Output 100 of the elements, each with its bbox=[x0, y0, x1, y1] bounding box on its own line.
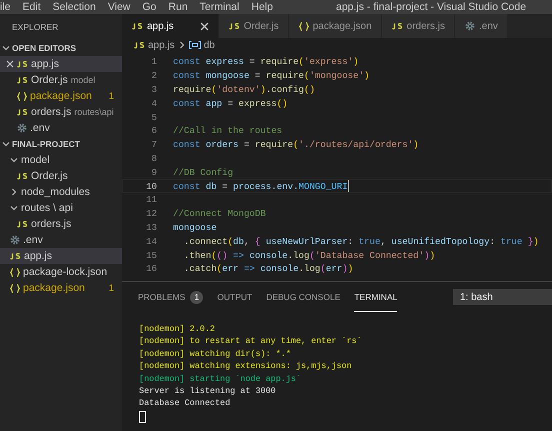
file-item[interactable]: Order.js bbox=[0, 168, 122, 184]
editor-tab[interactable]: .env bbox=[455, 14, 508, 38]
folder-item[interactable]: node_modules bbox=[0, 184, 122, 200]
line-number: 15 bbox=[145, 250, 157, 261]
file-item[interactable]: app.js bbox=[0, 248, 122, 264]
section-header[interactable]: FINAL-PROJECT bbox=[0, 136, 122, 152]
variable-symbol-icon bbox=[188, 41, 201, 49]
file-item[interactable]: orders.js routes\api bbox=[0, 104, 122, 120]
file-item[interactable]: package.json 1 bbox=[0, 280, 122, 296]
file-name: .env bbox=[23, 234, 43, 246]
terminal-line: Server is listening at 3000 bbox=[139, 384, 277, 398]
line-number: 12 bbox=[145, 208, 157, 220]
problem-count: 1 bbox=[108, 282, 114, 294]
chevron-right-icon[interactable] bbox=[10, 188, 18, 196]
javascript-file-icon bbox=[17, 108, 28, 116]
breadcrumb-item[interactable]: db bbox=[204, 40, 215, 50]
code-line: //Connect MongoDB bbox=[173, 208, 266, 220]
file-name: package.json bbox=[23, 282, 85, 294]
terminal-line: [nodemon] watching extensions: js,mjs,json bbox=[139, 360, 353, 373]
file-name: .env bbox=[30, 122, 50, 134]
panel-tab[interactable]: OUTPUT bbox=[217, 282, 252, 312]
file-item[interactable]: app.js bbox=[0, 56, 122, 72]
file-item[interactable]: .env bbox=[0, 232, 122, 248]
file-item[interactable]: Order.js model bbox=[0, 72, 122, 88]
javascript-file-icon bbox=[17, 220, 28, 228]
gear-icon bbox=[465, 21, 475, 31]
file-name: package.json bbox=[30, 90, 92, 102]
code-line: .connect(db, { useNewUrlParser: true, useUnifiedTopology: true }) bbox=[182, 236, 539, 247]
file-name: package-lock.json bbox=[23, 266, 108, 278]
close-icon[interactable] bbox=[200, 22, 209, 30]
menu-item[interactable]: ile bbox=[0, 1, 17, 13]
line-number: 7 bbox=[150, 139, 157, 150]
code-line: const mongoose = require('mongoose') bbox=[173, 70, 370, 82]
panel-tab[interactable]: PROBLEMS 1 bbox=[138, 282, 204, 312]
menu-item[interactable]: Go bbox=[136, 1, 162, 13]
section-header[interactable]: OPEN EDITORS bbox=[0, 40, 122, 56]
file-name: orders.js bbox=[31, 218, 72, 230]
gear-icon bbox=[10, 235, 20, 245]
folder-item[interactable]: routes \ api bbox=[0, 200, 122, 216]
terminal-select[interactable]: 1: bash bbox=[453, 289, 552, 305]
line-number: 2 bbox=[150, 70, 157, 82]
file-path: routes\api bbox=[74, 107, 114, 117]
file-item[interactable]: orders.js bbox=[0, 216, 122, 232]
file-item[interactable]: package.json 1 bbox=[0, 88, 122, 104]
javascript-file-icon bbox=[17, 60, 28, 68]
javascript-file-icon bbox=[392, 22, 403, 30]
editor-tab[interactable]: app.js bbox=[122, 14, 219, 38]
line-number: 8 bbox=[150, 152, 157, 164]
line-number: 10 bbox=[145, 180, 157, 192]
file-name: app.js bbox=[31, 58, 60, 70]
line-number: 3 bbox=[150, 84, 157, 95]
braces-icon bbox=[17, 92, 27, 100]
folder-name: routes \ api bbox=[21, 202, 73, 214]
panel-tab[interactable]: DEBUG CONSOLE bbox=[266, 282, 340, 312]
folder-name: model bbox=[21, 154, 50, 166]
line-number: 11 bbox=[145, 194, 157, 206]
javascript-file-icon bbox=[132, 22, 143, 30]
chevron-right-icon[interactable] bbox=[178, 41, 186, 49]
editor-tab[interactable]: package.json bbox=[288, 14, 382, 38]
code-line: .catch(err => console.log(err)) bbox=[182, 263, 354, 274]
menu-item[interactable]: Help bbox=[245, 1, 279, 13]
line-number: 5 bbox=[150, 112, 157, 123]
line-number: 14 bbox=[145, 236, 157, 247]
editor-tab[interactable]: Order.js bbox=[218, 14, 289, 38]
file-path: model bbox=[70, 75, 96, 85]
code-line: const orders = require('./routes/api/orders') bbox=[173, 139, 419, 150]
menu-item[interactable]: View bbox=[102, 1, 136, 13]
line-number: 16 bbox=[145, 263, 157, 274]
file-name: Order.js bbox=[31, 74, 68, 86]
javascript-file-icon bbox=[17, 172, 28, 180]
chevron-down-icon[interactable] bbox=[2, 44, 10, 52]
line-number: 1 bbox=[150, 56, 157, 68]
code-line: mongoose bbox=[173, 222, 217, 233]
line-number: 4 bbox=[150, 98, 157, 109]
braces-icon bbox=[298, 22, 309, 30]
menu-item[interactable]: Run bbox=[162, 1, 194, 13]
file-name: Order.js bbox=[31, 170, 68, 182]
file-name: orders.js bbox=[31, 106, 72, 118]
chevron-down-icon[interactable] bbox=[10, 204, 18, 212]
folder-item[interactable]: model bbox=[0, 152, 122, 168]
braces-icon bbox=[10, 284, 20, 292]
folder-name: node_modules bbox=[21, 186, 90, 198]
editor-tab[interactable]: orders.js bbox=[382, 14, 455, 38]
file-item[interactable]: .env bbox=[0, 120, 122, 136]
panel-tab[interactable]: TERMINAL bbox=[354, 282, 398, 312]
line-number: 9 bbox=[150, 166, 157, 178]
file-name: app.js bbox=[24, 250, 52, 262]
menu-item[interactable]: Selection bbox=[46, 1, 102, 13]
code-line: //Call in the routes bbox=[173, 125, 282, 136]
file-item[interactable]: package-lock.json bbox=[0, 264, 122, 280]
javascript-file-icon bbox=[228, 22, 240, 30]
sidebar-title: EXPLORER bbox=[12, 22, 58, 32]
close-icon[interactable] bbox=[6, 60, 14, 68]
line-number: 13 bbox=[145, 222, 157, 233]
terminal-line: Database Connected bbox=[139, 397, 232, 410]
gear-icon bbox=[17, 123, 27, 133]
javascript-file-icon bbox=[17, 76, 28, 84]
menu-item[interactable]: Edit bbox=[16, 1, 47, 13]
breadcrumb-item[interactable]: app.js bbox=[148, 40, 175, 50]
menu-item[interactable]: Terminal bbox=[194, 1, 246, 13]
